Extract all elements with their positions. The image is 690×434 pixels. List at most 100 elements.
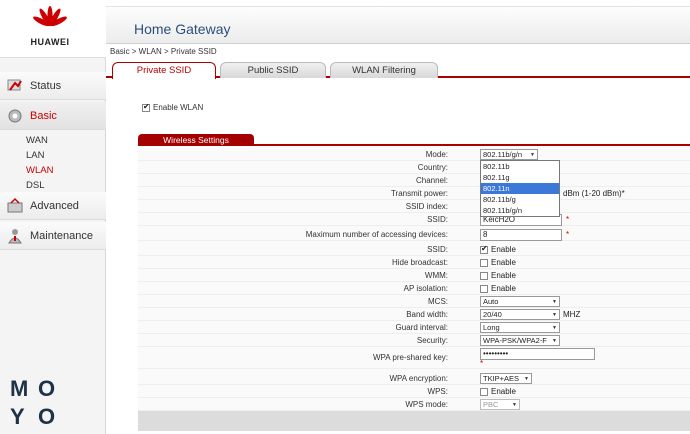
wps-checkbox[interactable] <box>480 387 488 396</box>
ap-isolation-checkbox[interactable] <box>480 284 488 293</box>
mcs-label: MCS: <box>428 297 448 306</box>
wpa-key-input[interactable]: ••••••••• <box>480 348 595 360</box>
nav-status-label: Status <box>30 80 62 92</box>
row-security: Security: WPA-PSK/WPA2-F <box>138 334 690 347</box>
wmm-checkbox[interactable] <box>480 271 488 280</box>
row-mcs: MCS: Auto <box>138 295 690 308</box>
row-ssid-index: SSID index: <box>138 200 690 213</box>
ap-isolation-option: Enable <box>491 284 516 293</box>
required-mark: * <box>566 230 570 239</box>
row-band-width: Band width: 20/40MHZ <box>138 308 690 321</box>
wpa-encryption-label: WPA encryption: <box>389 374 448 383</box>
mode-select[interactable]: 802.11b/g/n <box>480 149 538 160</box>
ssid-enable-checkbox[interactable] <box>480 244 488 254</box>
ssid-enable-label: SSID: <box>427 245 448 254</box>
wpa-key-label: WPA pre-shared key: <box>373 353 448 362</box>
mcs-select[interactable]: Auto <box>480 296 560 307</box>
form-footer <box>138 411 690 431</box>
ssid-index-label: SSID index: <box>405 202 448 211</box>
nav-advanced[interactable]: Advanced <box>0 192 106 220</box>
mode-label: Mode: <box>425 150 448 159</box>
guard-interval-label: Guard interval: <box>395 323 448 332</box>
security-label: Security: <box>416 336 448 345</box>
wireless-settings-header: Wireless Settings <box>138 133 690 146</box>
security-select[interactable]: WPA-PSK/WPA2-F <box>480 335 560 346</box>
transmit-power-label: Transmit power: <box>390 189 448 198</box>
status-icon <box>7 79 22 91</box>
nav-maintenance-label: Maintenance <box>30 230 93 242</box>
subnav-dsl[interactable]: DSL <box>26 180 44 191</box>
row-hide-broadcast: Hide broadcast: Enable <box>138 256 690 269</box>
row-channel: Channel: <box>138 174 690 187</box>
subnav-wlan[interactable]: WLAN <box>26 165 53 176</box>
nav-maintenance[interactable]: Maintenance <box>0 222 106 250</box>
row-ap-isolation: AP isolation: Enable <box>138 282 690 295</box>
row-wpa-encryption: WPA encryption: TKIP+AES <box>138 372 690 385</box>
section-title: Wireless Settings <box>138 134 254 146</box>
header: Home Gateway <box>106 6 690 44</box>
band-width-label: Band width: <box>406 310 448 319</box>
mode-dropdown-list: 802.11b 802.11g 802.11n 802.11b/g 802.11… <box>480 160 560 217</box>
wps-label: WPS: <box>427 387 448 396</box>
nav-basic[interactable]: Basic <box>0 102 106 130</box>
nav-status[interactable]: Status <box>0 72 106 100</box>
watermark-letter: Y <box>10 404 25 429</box>
hide-broadcast-checkbox[interactable] <box>480 258 488 267</box>
subnav-wan[interactable]: WAN <box>26 135 48 146</box>
watermark-letter: M <box>10 376 29 401</box>
channel-label: Channel: <box>415 176 448 185</box>
row-guard-interval: Guard interval: Long <box>138 321 690 334</box>
nav-advanced-label: Advanced <box>30 200 79 212</box>
huawei-logo-icon <box>33 6 67 27</box>
max-devices-label: Maximum number of accessing devices: <box>305 230 448 239</box>
wps-option: Enable <box>491 387 516 396</box>
enable-wlan-checkbox[interactable] <box>142 102 150 112</box>
tab-private-ssid[interactable]: Private SSID <box>112 62 216 79</box>
subnav-lan[interactable]: LAN <box>26 150 44 161</box>
band-width-select[interactable]: 20/40 <box>480 309 560 320</box>
watermark-letter: O <box>38 376 56 401</box>
mode-option[interactable]: 802.11g <box>481 172 559 183</box>
row-transmit-power: Transmit power: dBm (1-20 dBm)* <box>138 187 690 200</box>
band-width-unit: MHZ <box>563 310 581 319</box>
hide-broadcast-label: Hide broadcast: <box>391 258 448 267</box>
nav-basic-label: Basic <box>30 110 57 122</box>
brand-name: HUAWEI <box>30 37 70 47</box>
guard-interval-select[interactable]: Long <box>480 322 560 333</box>
logo: HUAWEI <box>0 0 106 58</box>
enable-wlan: Enable WLAN <box>142 102 204 112</box>
mode-option[interactable]: 802.11b/g <box>481 194 559 205</box>
row-wmm: WMM: Enable <box>138 269 690 282</box>
enable-wlan-label: Enable WLAN <box>153 103 204 112</box>
watermark-letter: O <box>38 404 56 429</box>
mode-option[interactable]: 802.11b <box>481 161 559 172</box>
row-ssid: SSID: KeicH2O * <box>138 213 690 226</box>
required-mark: * <box>480 359 484 368</box>
tab-wlan-filtering[interactable]: WLAN Filtering <box>330 62 438 78</box>
row-wps: WPS: Enable <box>138 385 690 398</box>
wps-mode-label: WPS mode: <box>405 400 448 409</box>
max-devices-input[interactable]: 8 <box>480 228 562 241</box>
row-wpa-key: WPA pre-shared key: ••••••••• * <box>138 347 690 369</box>
tab-public-ssid[interactable]: Public SSID <box>220 62 326 78</box>
wps-mode-select[interactable]: PBC <box>480 399 520 410</box>
row-wps-mode: WPS mode: PBC <box>138 398 690 411</box>
row-mode: Mode: 802.11b/g/n <box>138 148 690 161</box>
wmm-label: WMM: <box>424 271 448 280</box>
wpa-encryption-select[interactable]: TKIP+AES <box>480 373 532 384</box>
breadcrumb: Basic > WLAN > Private SSID <box>110 47 217 56</box>
ap-isolation-label: AP isolation: <box>403 284 448 293</box>
row-ssid-enable: SSID: Enable <box>138 243 690 256</box>
mode-option[interactable]: 802.11b/g/n <box>481 205 559 216</box>
tab-bar: Private SSID Public SSID WLAN Filtering <box>106 60 690 79</box>
row-country: Country: <box>138 161 690 174</box>
sidebar: HUAWEI Status Basic WAN LAN WLAN DSL Adv… <box>0 0 106 434</box>
advanced-icon <box>7 197 23 213</box>
country-label: Country: <box>417 163 448 172</box>
ssid-label: SSID: <box>427 215 448 224</box>
wmm-option: Enable <box>491 271 516 280</box>
ssid-enable-option: Enable <box>491 245 516 254</box>
mode-option-highlighted[interactable]: 802.11n <box>481 183 559 194</box>
transmit-power-unit: dBm (1-20 dBm)* <box>563 189 625 198</box>
page-title: Home Gateway <box>134 21 231 37</box>
